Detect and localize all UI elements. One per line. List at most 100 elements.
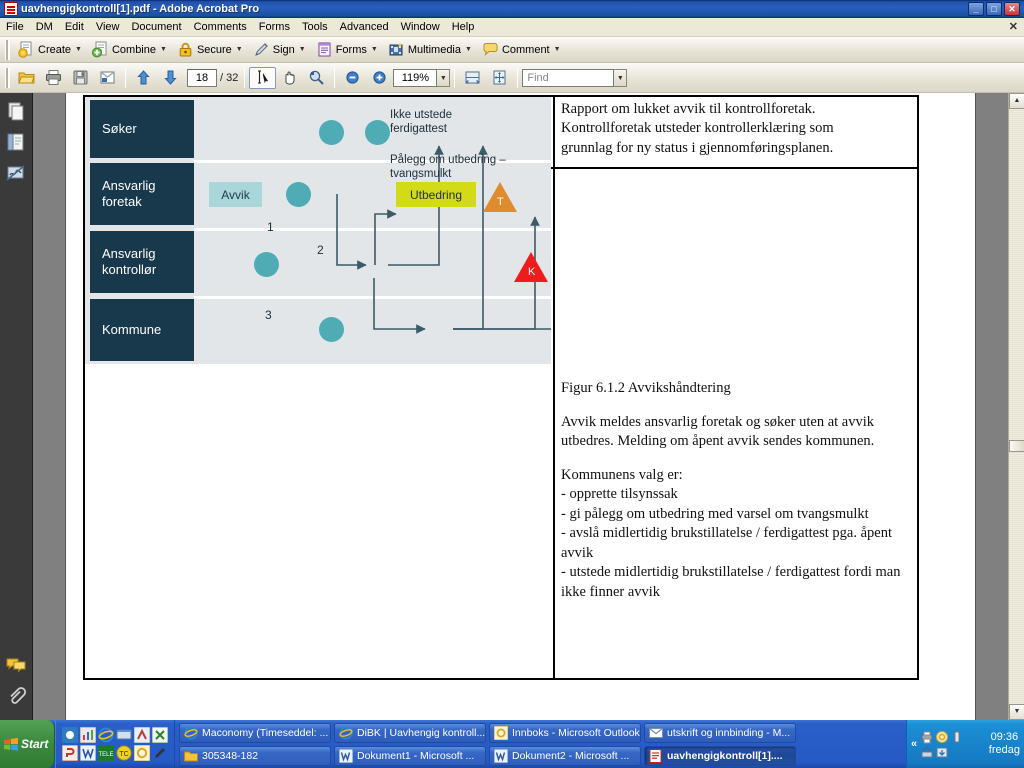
menu-comments[interactable]: Comments [188,19,253,35]
pages-panel-icon[interactable] [5,101,27,121]
tasks-toolbar: Create ▼ Combine ▼ Secure ▼ Sign ▼ Forms… [0,37,1024,63]
fit-page-button[interactable] [486,67,513,89]
pdf-icon [4,2,18,16]
zoom-level-input[interactable]: 119% [393,68,438,87]
scroll-down-button[interactable]: ▼ [1009,704,1024,720]
task-button-maconomy[interactable]: Maconomy (Timeseddel: ... [179,722,331,743]
task-button-outlook-inbox[interactable]: Innboks - Microsoft Outlook [489,722,641,743]
chevron-down-icon[interactable]: ▼ [554,46,561,53]
minimize-button[interactable]: _ [968,2,984,16]
menu-window[interactable]: Window [395,19,446,35]
chevron-down-icon[interactable]: ▼ [371,46,378,53]
vertical-scrollbar[interactable]: ▲ ▼ [1008,93,1024,720]
taskbar-clock[interactable]: 09:36 fredag [989,731,1020,757]
task-button-305348-182[interactable]: 305348-182 [179,745,331,766]
scrollbar-track[interactable] [1009,109,1024,704]
attachments-panel-icon[interactable] [5,686,27,706]
bookmarks-panel-icon[interactable] [5,132,27,152]
menu-dm[interactable]: DM [30,19,59,35]
zoom-dropdown-button[interactable]: ▼ [437,68,451,87]
ql-word-icon[interactable] [79,744,97,762]
previous-page-button[interactable] [130,67,157,89]
menu-tools[interactable]: Tools [296,19,334,35]
ql-telenor-icon[interactable]: TELE [98,745,114,761]
close-button[interactable]: ✕ [1004,2,1020,16]
task-button-dokument1[interactable]: Dokument1 - Microsoft ... [334,745,486,766]
email-button[interactable] [94,67,121,89]
ql-chart-icon[interactable] [79,726,97,744]
outlook-icon [493,725,509,740]
create-button[interactable]: Create ▼ [13,39,87,61]
ql-powerpoint-icon[interactable] [61,744,79,762]
toolbar-grip[interactable] [5,67,10,88]
swimlane-figure: Søker Ansvarlig foretak Ansvarlig kontroll… [85,97,551,364]
menu-view[interactable]: View [90,19,126,35]
chevron-down-icon[interactable]: ▼ [75,46,82,53]
comments-panel-icon[interactable] [5,655,27,675]
snapshot-button[interactable] [303,67,330,89]
tray-printer-icon[interactable] [920,730,934,744]
ql-tc-icon[interactable]: TC [116,745,132,761]
ql-acrobat-icon[interactable] [62,727,78,743]
next-page-button[interactable] [157,67,184,89]
menu-file[interactable]: File [0,19,30,35]
task-button-dibk[interactable]: DiBK | Uavhengig kontroll... [334,722,486,743]
tray-battery-icon[interactable] [950,730,964,744]
signatures-panel-icon[interactable] [5,163,27,183]
zoom-in-button[interactable] [366,67,393,89]
forms-button[interactable]: Forms ▼ [311,39,383,61]
window-titlebar: uavhengigkontroll[1].pdf - Adobe Acrobat… [0,0,1024,18]
text-line: grunnlag for ny status i gjennomføringsp… [561,139,834,156]
tray-outlook-icon[interactable] [935,730,949,744]
ql-pen-icon[interactable] [152,745,168,761]
toolbar-grip[interactable] [5,39,10,60]
menu-help[interactable]: Help [446,19,481,35]
document-view[interactable]: Søker Ansvarlig foretak Ansvarlig kontroll… [33,93,1008,720]
sign-button[interactable]: Sign ▼ [248,39,311,61]
find-dropdown-button[interactable]: ▼ [614,68,628,87]
multimedia-icon [388,41,405,58]
taskbar-task-list: Maconomy (Timeseddel: ... DiBK | Uavheng… [175,720,906,768]
ql-outlook2-icon[interactable] [133,744,151,762]
zoom-out-button[interactable] [339,67,366,89]
maximize-button[interactable]: □ [986,2,1002,16]
select-tool-button[interactable] [249,66,277,89]
annotation-line: ferdigattest [390,122,447,135]
scrollbar-thumb[interactable] [1009,440,1024,452]
word-icon [493,748,509,763]
chevron-down-icon[interactable]: ▼ [299,46,306,53]
menu-document[interactable]: Document [125,19,187,35]
tray-network-icon[interactable] [920,745,934,759]
page-number-input[interactable]: 18 [187,68,217,87]
start-button[interactable]: Start [0,720,55,768]
ql-excel-icon[interactable] [151,726,169,744]
save-button[interactable] [67,67,94,89]
document-close-button[interactable]: ✕ [1009,20,1018,33]
tray-update-icon[interactable] [935,745,949,759]
multimedia-button[interactable]: Multimedia ▼ [383,39,477,61]
task-button-uavhengigkontroll[interactable]: uavhengigkontroll[1].... [644,745,796,766]
combine-button[interactable]: Combine ▼ [87,39,172,61]
scroll-up-button[interactable]: ▲ [1009,93,1024,109]
ql-access-icon[interactable] [133,726,151,744]
menu-forms[interactable]: Forms [253,19,296,35]
open-button[interactable] [13,67,40,89]
menu-advanced[interactable]: Advanced [334,19,395,35]
menu-edit[interactable]: Edit [59,19,90,35]
ql-internet-explorer-icon[interactable] [98,727,114,743]
chevron-down-icon[interactable]: ▼ [160,46,167,53]
chevron-down-icon[interactable]: ▼ [236,46,243,53]
search-input[interactable]: Find [522,68,615,87]
secure-button[interactable]: Secure ▼ [172,39,248,61]
sign-label: Sign [272,43,295,56]
task-button-dokument2[interactable]: Dokument2 - Microsoft ... [489,745,641,766]
hand-tool-button[interactable] [276,67,303,89]
chevron-down-icon[interactable]: ▼ [465,46,472,53]
fit-width-button[interactable] [459,67,486,89]
task-button-utskrift-mail[interactable]: utskrift og innbinding - M... [644,722,796,743]
ql-show-desktop-icon[interactable] [116,727,132,743]
comment-button[interactable]: Comment ▼ [477,39,566,61]
tray-expand-button[interactable]: « [911,738,917,750]
print-button[interactable] [40,67,67,89]
document-table: Søker Ansvarlig foretak Ansvarlig kontroll… [83,95,919,680]
